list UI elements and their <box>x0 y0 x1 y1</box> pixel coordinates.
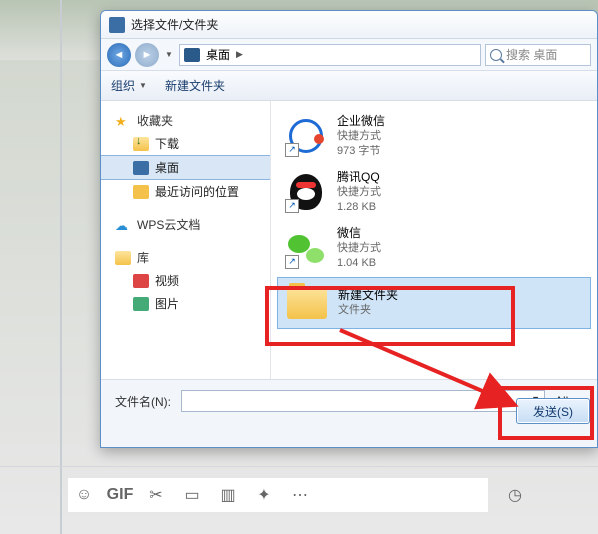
horizontal-divider <box>0 466 598 467</box>
chevron-right-icon[interactable]: ▶ <box>236 49 243 60</box>
shortcut-badge-icon: ↗ <box>285 255 299 269</box>
file-item-new-folder[interactable]: 新建文件夹 文件夹 <box>277 277 591 329</box>
sidebar-favorites[interactable]: ★ 收藏夹 <box>101 109 270 132</box>
cloud-icon: ☁ <box>115 218 131 232</box>
send-button[interactable]: 发送(S) <box>516 398 590 424</box>
address-bar: ◄ ► ▼ 桌面 ▶ 搜索 桌面 <box>101 39 597 71</box>
vertical-divider <box>60 0 62 534</box>
image-icon[interactable]: ▥ <box>218 485 238 505</box>
breadcrumb[interactable]: 桌面 ▶ <box>179 44 481 66</box>
library-icon <box>115 251 131 265</box>
folder-icon[interactable]: ▭ <box>182 485 202 505</box>
forward-button[interactable]: ► <box>135 43 159 67</box>
download-icon <box>133 137 149 151</box>
window-title: 选择文件/文件夹 <box>131 16 218 33</box>
sidebar-item-recent[interactable]: 最近访问的位置 <box>101 180 270 203</box>
organize-menu[interactable]: 组织 ▼ <box>111 77 147 94</box>
star-icon: ★ <box>115 114 131 128</box>
emoji-icon[interactable]: ☺ <box>74 485 94 505</box>
scissors-icon[interactable]: ✂ <box>146 485 166 505</box>
dialog-body: ★ 收藏夹 下载 桌面 最近访问的位置 ☁ <box>101 101 597 379</box>
picture-icon <box>133 297 149 311</box>
titlebar[interactable]: 选择文件/文件夹 <box>101 11 597 39</box>
file-picker-dialog: 选择文件/文件夹 ◄ ► ▼ 桌面 ▶ 搜索 桌面 组织 ▼ 新建文件夹 ★ <box>100 10 598 448</box>
chat-toolbar: ☺ GIF ✂ ▭ ▥ ✦ ⋯ <box>68 478 488 512</box>
sidebar-item-videos[interactable]: 视频 <box>101 269 270 292</box>
video-icon <box>133 274 149 288</box>
back-button[interactable]: ◄ <box>107 43 131 67</box>
filename-label: 文件名(N): <box>115 393 171 410</box>
desktop-icon <box>133 161 149 175</box>
shortcut-badge-icon: ↗ <box>285 199 299 213</box>
search-input[interactable]: 搜索 桌面 <box>485 44 591 66</box>
gif-icon[interactable]: GIF <box>110 485 130 505</box>
new-folder-button[interactable]: 新建文件夹 <box>165 77 225 94</box>
search-placeholder: 搜索 桌面 <box>506 46 557 63</box>
chevron-down-icon: ▼ <box>139 81 147 90</box>
desktop-icon <box>184 48 200 62</box>
file-list: ↗ 企业微信 快捷方式 973 字节 ↗ 腾讯QQ 快捷方式 1.28 KB ↗ <box>271 101 597 379</box>
folder-icon <box>287 287 327 319</box>
filename-input[interactable]: ▼ <box>181 390 545 412</box>
shortcut-badge-icon: ↗ <box>285 143 299 157</box>
sidebar-cloud[interactable]: ☁ WPS云文档 <box>101 213 270 236</box>
chat-toolbar-right: ◷ <box>508 478 528 512</box>
file-item-qq[interactable]: ↗ 腾讯QQ 快捷方式 1.28 KB <box>277 165 591 219</box>
nav-history-dropdown[interactable]: ▼ <box>163 45 175 65</box>
more-icon[interactable]: ⋯ <box>290 485 310 505</box>
recent-icon <box>133 185 149 199</box>
history-icon[interactable]: ◷ <box>508 485 528 505</box>
search-icon <box>490 49 502 61</box>
toolbar: 组织 ▼ 新建文件夹 <box>101 71 597 101</box>
sidebar: ★ 收藏夹 下载 桌面 最近访问的位置 ☁ <box>101 101 271 379</box>
breadcrumb-location: 桌面 <box>206 46 230 63</box>
file-item-wechat[interactable]: ↗ 微信 快捷方式 1.04 KB <box>277 221 591 275</box>
file-item-qywx[interactable]: ↗ 企业微信 快捷方式 973 字节 <box>277 109 591 163</box>
sidebar-libraries[interactable]: 库 <box>101 246 270 269</box>
window-icon <box>109 17 125 33</box>
sidebar-item-desktop[interactable]: 桌面 <box>101 155 270 180</box>
sparkle-icon[interactable]: ✦ <box>254 485 274 505</box>
sidebar-item-downloads[interactable]: 下载 <box>101 132 270 155</box>
sidebar-item-pictures[interactable]: 图片 <box>101 292 270 315</box>
